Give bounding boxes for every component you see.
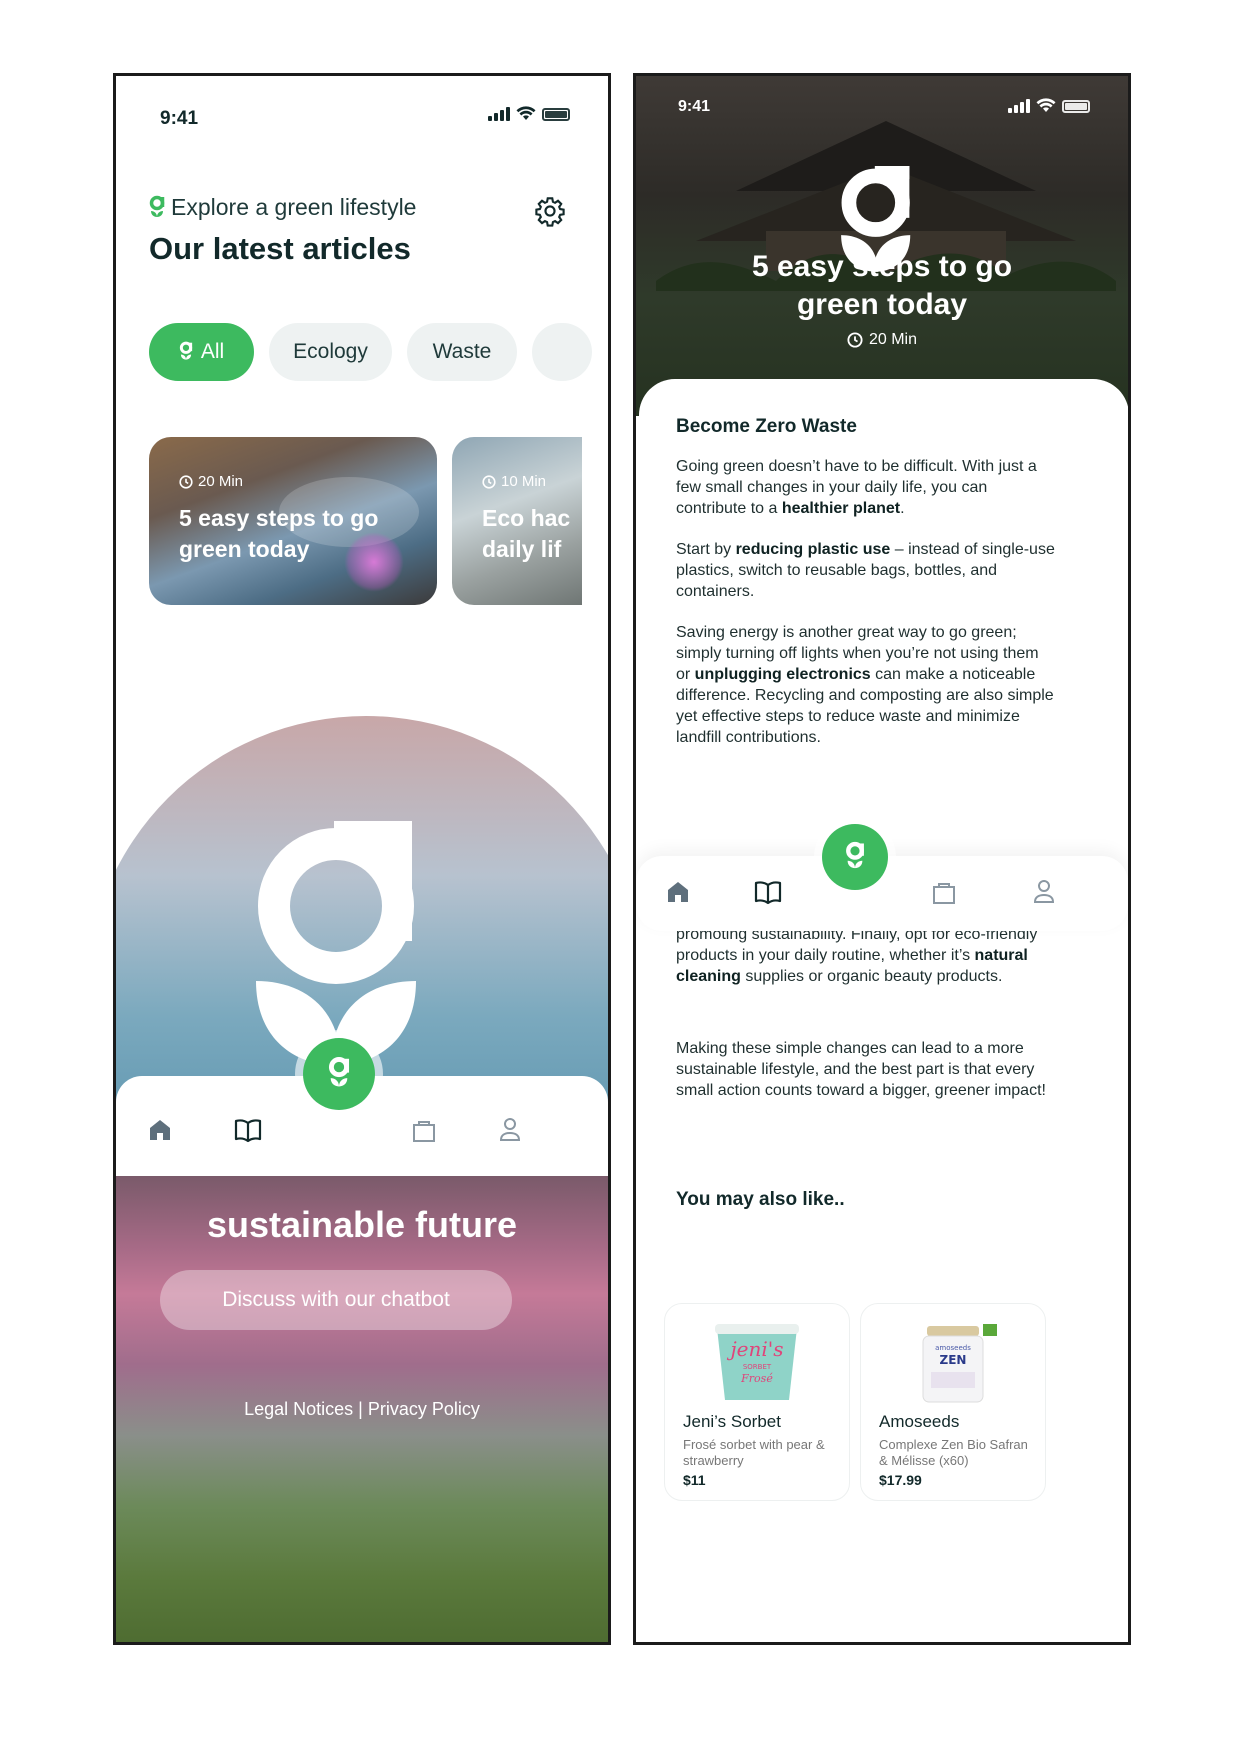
product-name: Amoseeds: [879, 1412, 960, 1431]
nav-home[interactable]: [142, 1112, 178, 1148]
gear-icon[interactable]: [534, 195, 566, 227]
chip-label: All: [200, 340, 225, 363]
product-sublabel: amoseeds: [935, 1344, 971, 1352]
chip-ecology[interactable]: Ecology: [269, 323, 392, 381]
article-detail-screen: 9:41 5 easy steps to go green today 20 M…: [633, 73, 1131, 1645]
book-icon: [234, 1119, 262, 1143]
also-like-title: You may also like..: [676, 1189, 845, 1210]
product-description: Complexe Zen Bio Safran & Mélisse (x60): [879, 1437, 1028, 1468]
clock-icon: [482, 474, 496, 489]
card-time: 20 Min: [198, 473, 244, 490]
nav-shop[interactable]: [406, 1112, 442, 1148]
nav-home[interactable]: [660, 874, 696, 910]
paragraph: Making these simple changes can lead to …: [676, 1040, 1046, 1099]
leaf-logo-icon: [179, 341, 192, 360]
subtitle-text: Explore a green lifestyle: [171, 194, 417, 220]
chatbot-fab[interactable]: [822, 824, 888, 890]
status-time: 9:41: [160, 108, 199, 129]
header-subtitle: Explore a green lifestyle: [149, 194, 416, 221]
chip-more[interactable]: [532, 323, 592, 381]
nav-profile[interactable]: [1026, 874, 1062, 910]
bag-icon: [933, 883, 955, 904]
chip-all[interactable]: All: [149, 323, 254, 381]
product-flavor: Frosé: [740, 1372, 773, 1385]
product-sublabel: SORBET: [743, 1363, 772, 1371]
article-card[interactable]: 10 Min Eco hac daily lif: [452, 437, 582, 605]
product-price: $11: [683, 1472, 706, 1488]
product-description: Frosé sorbet with pear & strawberry: [683, 1437, 825, 1468]
leaf-logo-icon: [149, 195, 165, 217]
status-bar: 9:41: [116, 76, 608, 146]
book-icon: [754, 881, 782, 905]
article-card[interactable]: 20 Min 5 easy steps to go green today: [149, 437, 437, 605]
legal-separator: |: [358, 1399, 363, 1419]
battery-icon: [542, 108, 570, 121]
chip-label: Waste: [432, 340, 492, 363]
signal-icon: [488, 107, 510, 121]
product-label: ZEN: [940, 1353, 967, 1367]
article-title: 5 easy steps to go green today: [751, 250, 1013, 321]
article-time: 20 Min: [868, 331, 918, 348]
leaf-logo-icon: [256, 821, 416, 1066]
paragraph: Start by reducing plastic use – instead …: [676, 541, 1055, 600]
home-icon: [668, 882, 688, 902]
leaf-logo-icon: [846, 841, 864, 869]
nav-articles[interactable]: [750, 874, 786, 910]
bottom-nav: [116, 1038, 608, 1176]
wifi-icon: [516, 106, 536, 120]
product-card[interactable]: jeni's SORBET Frosé Jeni’s Sorbet Frosé …: [664, 1303, 850, 1501]
category-chips: All Ecology Waste: [149, 323, 592, 381]
card-duration: 10 Min: [482, 473, 546, 490]
card-title: 5 easy steps to go green today: [179, 505, 379, 562]
bottom-nav: [636, 824, 1128, 931]
leaf-logo-icon: [328, 1057, 350, 1087]
product-name: Jeni’s Sorbet: [683, 1412, 781, 1431]
bag-icon: [413, 1121, 435, 1142]
article-text-bottom: promoting sustainability. Finally, opt f…: [636, 931, 1128, 1031]
user-icon: [499, 1118, 521, 1141]
paragraph: Going green doesn’t have to be difficult…: [676, 458, 1037, 517]
product-price: $17.99: [879, 1472, 922, 1488]
product-image: amoseeds ZEN: [922, 1324, 997, 1403]
card-time: 10 Min: [501, 473, 547, 490]
user-icon: [1033, 880, 1055, 903]
privacy-policy-link[interactable]: Privacy Policy: [368, 1399, 480, 1419]
card-duration: 20 Min: [179, 473, 243, 490]
article-duration: 20 Min: [636, 331, 1128, 349]
chip-waste[interactable]: Waste: [407, 323, 517, 381]
clock-icon: [847, 332, 863, 348]
legal-notices-link[interactable]: Legal Notices: [244, 1399, 353, 1419]
chip-label: Ecology: [293, 340, 368, 363]
product-card[interactable]: amoseeds ZEN Amoseeds Complexe Zen Bio S…: [860, 1303, 1046, 1501]
signal-icon: [1008, 99, 1030, 113]
card-title: Eco hac daily lif: [482, 505, 571, 562]
product-label: jeni's: [726, 1337, 783, 1361]
nav-articles[interactable]: [230, 1112, 266, 1148]
battery-icon: [1062, 100, 1090, 113]
articles-screen: 9:41 Explore a green lifestyle Our lates…: [113, 73, 611, 1645]
legal-links: Legal Notices | Privacy Policy: [116, 1399, 608, 1420]
article-text-top: Going green doesn’t have to be difficult…: [636, 416, 1128, 856]
nav-shop[interactable]: [926, 874, 962, 910]
chatbot-fab[interactable]: [303, 1038, 375, 1110]
nav-profile[interactable]: [492, 1112, 528, 1148]
paragraph: Saving energy is another great way to go…: [676, 624, 1054, 746]
page-title: Our latest articles: [149, 231, 411, 266]
chatbot-button[interactable]: Discuss with our chatbot: [160, 1270, 512, 1330]
paragraph: promoting sustainability. Finally, opt f…: [676, 931, 1038, 985]
home-icon: [150, 1120, 170, 1140]
clock-icon: [179, 474, 193, 489]
status-time: 9:41: [678, 98, 711, 115]
status-bar: 9:41: [636, 76, 1128, 146]
wifi-icon: [1036, 98, 1056, 112]
hero-tagline: sustainable future: [206, 1204, 518, 1245]
product-image: jeni's SORBET Frosé: [715, 1324, 799, 1400]
